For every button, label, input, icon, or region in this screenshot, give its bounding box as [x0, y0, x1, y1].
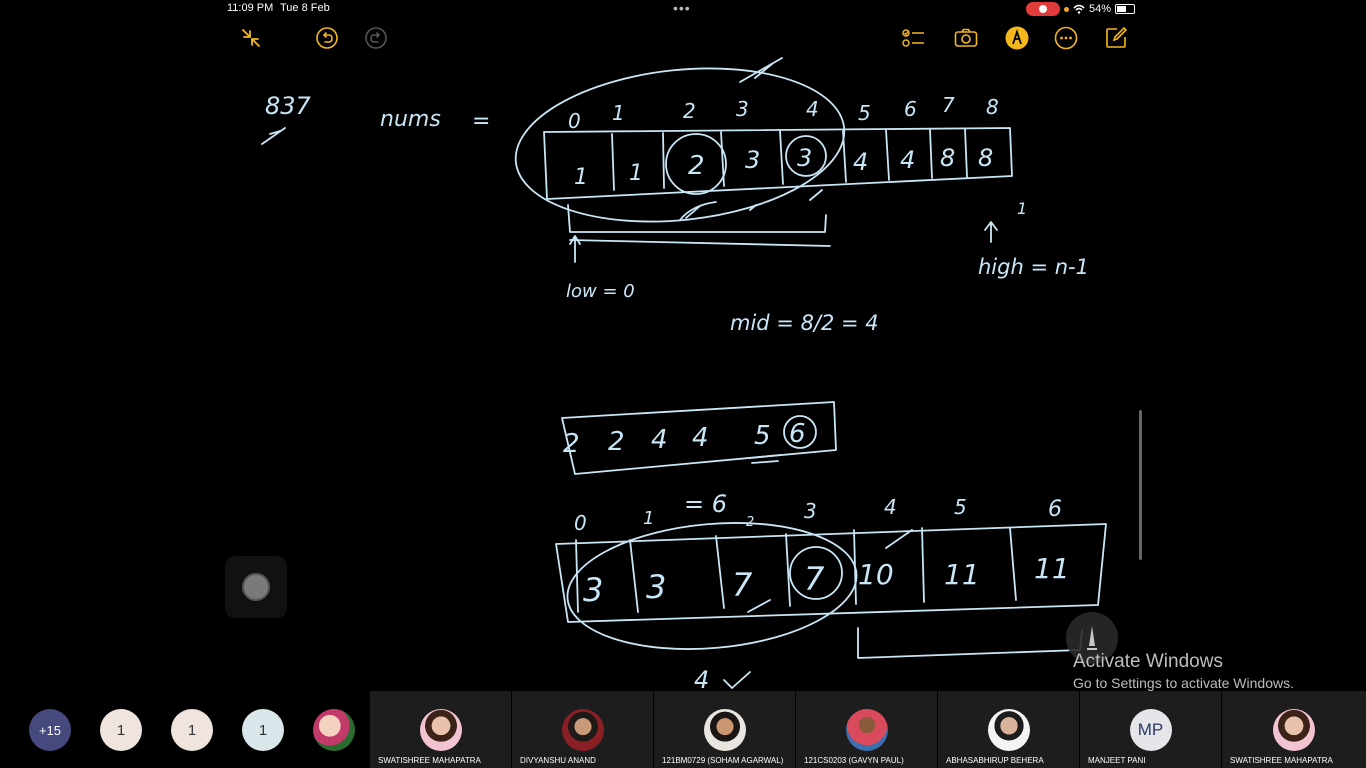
overflow-participants-button[interactable]: +15 [29, 709, 71, 751]
val-3: 3 [745, 146, 760, 174]
vertical-scrollbar[interactable] [1139, 410, 1142, 560]
corner-scribble: 837 [261, 92, 312, 145]
participant-tile[interactable]: SWATISHREE MAHAPATRA [1222, 691, 1366, 768]
high-mark: 1 [1017, 199, 1027, 218]
top-indices: 0 1 2 3 4 5 6 7 8 [568, 93, 999, 133]
mid-val-4: 5 [754, 421, 771, 451]
idx-6: 6 [904, 97, 917, 121]
participant-name: 121CS0203 (GAVYN PAUL) [804, 756, 904, 765]
b-val-6: 11 [1034, 552, 1070, 585]
idx-2: 2 [683, 99, 696, 123]
idx-4: 4 [806, 97, 819, 121]
high-label: high = n-1 [978, 255, 1089, 279]
participant-tile[interactable]: ABHASABHIRUP BEHERA [938, 691, 1079, 768]
watermark-subtitle: Go to Settings to activate Windows. [1073, 675, 1294, 691]
val-7: 8 [940, 144, 955, 172]
idx-8: 8 [986, 95, 999, 119]
low-label: low = 0 [566, 281, 635, 302]
avatar [703, 709, 746, 751]
avatar [419, 709, 462, 751]
b-val-1: 3 [646, 568, 666, 606]
b-idx-6: 6 [1048, 497, 1062, 522]
avatar [987, 709, 1030, 751]
participant-avatar[interactable] [313, 709, 355, 751]
participant-tile[interactable]: MP MANJEET PANI [1080, 691, 1221, 768]
b-idx-5: 5 [954, 495, 967, 519]
idx-5: 5 [858, 101, 871, 125]
val-1: 1 [629, 161, 643, 186]
watermark-title: Activate Windows [1073, 651, 1223, 672]
idx-1: 1 [612, 101, 625, 125]
b-idx-1: 1 [643, 508, 654, 529]
participant-tile[interactable]: 121BM0729 (SOHAM AGARWAL) [654, 691, 795, 768]
participant-counter[interactable]: 1 [100, 709, 142, 751]
participant-name: ABHASABHIRUP BEHERA [946, 756, 1044, 765]
participant-name: DIVYANSHU ANAND [520, 756, 596, 765]
mid-val-5: 6 [789, 419, 806, 449]
b-val-3: 7 [804, 560, 825, 598]
record-button[interactable] [225, 556, 287, 618]
participant-name: SWATISHREE MAHAPATRA [1230, 756, 1333, 765]
val-4: 3 [797, 144, 812, 172]
idx-0: 0 [568, 109, 581, 133]
activate-windows-watermark: Activate Windows Go to Settings to activ… [1073, 651, 1294, 691]
b-val-2: 7 [732, 566, 753, 604]
b-val-4: 10 [858, 558, 894, 591]
participant-tile[interactable]: 121CS0203 (GAVYN PAUL) [796, 691, 937, 768]
mid-val-0: 2 [563, 429, 580, 459]
mid-val-2: 4 [651, 425, 668, 455]
corner-number: 837 [265, 92, 312, 120]
b-val-5: 11 [944, 558, 980, 591]
mid-val-3: 4 [692, 423, 709, 453]
b-idx-3: 3 [804, 499, 817, 523]
idx-3: 3 [736, 97, 749, 121]
eq6-label: = 6 [684, 490, 727, 518]
val-6: 4 [900, 146, 915, 174]
mid-label: mid = 8/2 = 4 [730, 311, 879, 335]
b-val-0: 3 [583, 571, 603, 609]
val-0: 1 [574, 165, 588, 190]
middle-array: 2 2 4 4 5 6 [561, 401, 837, 475]
handwritten-notes-canvas[interactable]: 837 nums = 0 1 2 3 4 5 6 7 8 1 1 2 3 3 4… [0, 0, 1366, 691]
nums-label: nums [380, 107, 441, 132]
avatar [1273, 709, 1315, 751]
high-arrow [984, 221, 998, 243]
participant-counter[interactable]: 1 [171, 709, 213, 751]
participant-name: MANJEET PANI [1088, 756, 1146, 765]
nums-equals: = [472, 109, 490, 134]
b-idx-4: 4 [884, 495, 897, 519]
bottom-count: 4 [694, 666, 709, 691]
participant-counter[interactable]: 1 [242, 709, 284, 751]
bottom-array: = 6 2 0 1 3 4 5 6 3 3 7 7 10 11 11 4 [555, 490, 1107, 691]
record-dot-icon [242, 573, 270, 601]
idx-7: 7 [942, 93, 955, 117]
avatar [561, 709, 604, 751]
val-5: 4 [853, 148, 868, 176]
mid-val-1: 2 [608, 427, 625, 457]
participant-name: SWATISHREE MAHAPATRA [378, 756, 481, 765]
val-2: 2 [688, 151, 705, 181]
b-idx-0: 0 [574, 511, 587, 535]
participant-tile[interactable]: SWATISHREE MAHAPATRA [370, 691, 511, 768]
participant-name: 121BM0729 (SOHAM AGARWAL) [662, 756, 784, 765]
participant-tile[interactable]: DIVYANSHU ANAND [512, 691, 653, 768]
val-8: 8 [978, 144, 993, 172]
avatar [845, 709, 888, 751]
avatar-initials: MP [1129, 709, 1172, 751]
